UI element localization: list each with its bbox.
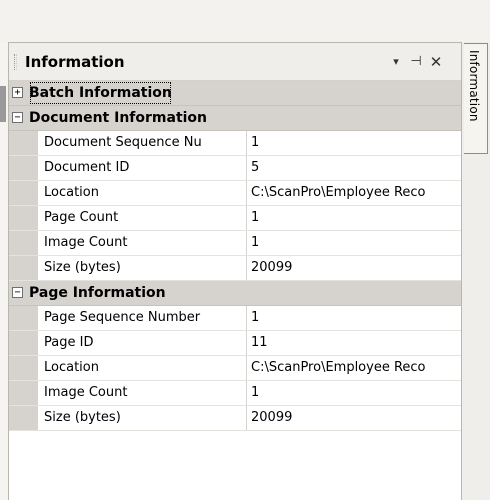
row-margin xyxy=(9,306,38,330)
property-name[interactable]: Page Count xyxy=(38,206,247,230)
row-margin xyxy=(9,356,38,380)
property-value[interactable]: 20099 xyxy=(247,256,461,280)
row-margin xyxy=(9,331,38,355)
property-name[interactable]: Image Count xyxy=(38,231,247,255)
drag-grip-icon[interactable] xyxy=(14,54,17,70)
category-document-information[interactable]: − Document Information xyxy=(9,106,461,131)
property-row[interactable]: Size (bytes) 20099 xyxy=(9,406,461,431)
property-row[interactable]: Location C:\ScanPro\Employee Reco xyxy=(9,356,461,381)
property-name[interactable]: Document Sequence Nu xyxy=(38,131,247,155)
category-page-information[interactable]: − Page Information xyxy=(9,281,461,306)
property-row[interactable]: Location C:\ScanPro\Employee Reco xyxy=(9,181,461,206)
row-margin xyxy=(9,131,38,155)
row-margin xyxy=(9,256,38,280)
panel-title: Information xyxy=(25,53,125,71)
property-name[interactable]: Document ID xyxy=(38,156,247,180)
category-batch-information[interactable]: + Batch Information xyxy=(9,81,461,106)
property-row[interactable]: Size (bytes) 20099 xyxy=(9,256,461,281)
property-value[interactable]: 1 xyxy=(247,131,461,155)
tab-label: Information xyxy=(467,50,481,122)
splitter-handle[interactable] xyxy=(0,86,6,122)
category-label[interactable]: Document Information xyxy=(29,106,207,130)
close-icon[interactable]: ✕ xyxy=(427,53,445,71)
property-row[interactable]: Image Count 1 xyxy=(9,381,461,406)
property-row[interactable]: Page ID 11 xyxy=(9,331,461,356)
panel-titlebar[interactable]: Information ▾ ⊣ ✕ xyxy=(9,43,461,81)
collapse-icon[interactable]: − xyxy=(12,112,23,123)
property-value[interactable]: 11 xyxy=(247,331,461,355)
row-margin xyxy=(9,231,38,255)
property-name[interactable]: Image Count xyxy=(38,381,247,405)
background-area xyxy=(0,0,490,42)
pin-icon[interactable]: ⊣ xyxy=(407,53,425,71)
property-value[interactable]: C:\ScanPro\Employee Reco xyxy=(247,181,461,205)
row-margin xyxy=(9,381,38,405)
tab-information[interactable]: Information xyxy=(464,43,488,154)
row-margin xyxy=(9,406,38,430)
collapse-icon[interactable]: − xyxy=(12,287,23,298)
information-panel: Information ▾ ⊣ ✕ + Batch Information − … xyxy=(8,42,462,500)
property-name[interactable]: Location xyxy=(38,356,247,380)
category-label[interactable]: Batch Information xyxy=(29,81,172,105)
row-margin xyxy=(9,206,38,230)
property-row[interactable]: Page Count 1 xyxy=(9,206,461,231)
property-name[interactable]: Size (bytes) xyxy=(38,256,247,280)
property-name[interactable]: Location xyxy=(38,181,247,205)
property-name[interactable]: Page ID xyxy=(38,331,247,355)
row-margin xyxy=(9,181,38,205)
category-label[interactable]: Page Information xyxy=(29,281,166,305)
dropdown-arrow-icon[interactable]: ▾ xyxy=(387,53,405,71)
property-value[interactable]: 1 xyxy=(247,231,461,255)
property-value[interactable]: 1 xyxy=(247,206,461,230)
expand-icon[interactable]: + xyxy=(12,87,23,98)
property-grid: + Batch Information − Document Informati… xyxy=(9,81,461,431)
property-row[interactable]: Image Count 1 xyxy=(9,231,461,256)
property-value[interactable]: 1 xyxy=(247,306,461,330)
property-value[interactable]: 1 xyxy=(247,381,461,405)
property-row[interactable]: Page Sequence Number 1 xyxy=(9,306,461,331)
row-margin xyxy=(9,156,38,180)
property-row[interactable]: Document ID 5 xyxy=(9,156,461,181)
property-value[interactable]: C:\ScanPro\Employee Reco xyxy=(247,356,461,380)
property-row[interactable]: Document Sequence Nu 1 xyxy=(9,131,461,156)
property-value[interactable]: 20099 xyxy=(247,406,461,430)
property-value[interactable]: 5 xyxy=(247,156,461,180)
property-name[interactable]: Size (bytes) xyxy=(38,406,247,430)
property-name[interactable]: Page Sequence Number xyxy=(38,306,247,330)
